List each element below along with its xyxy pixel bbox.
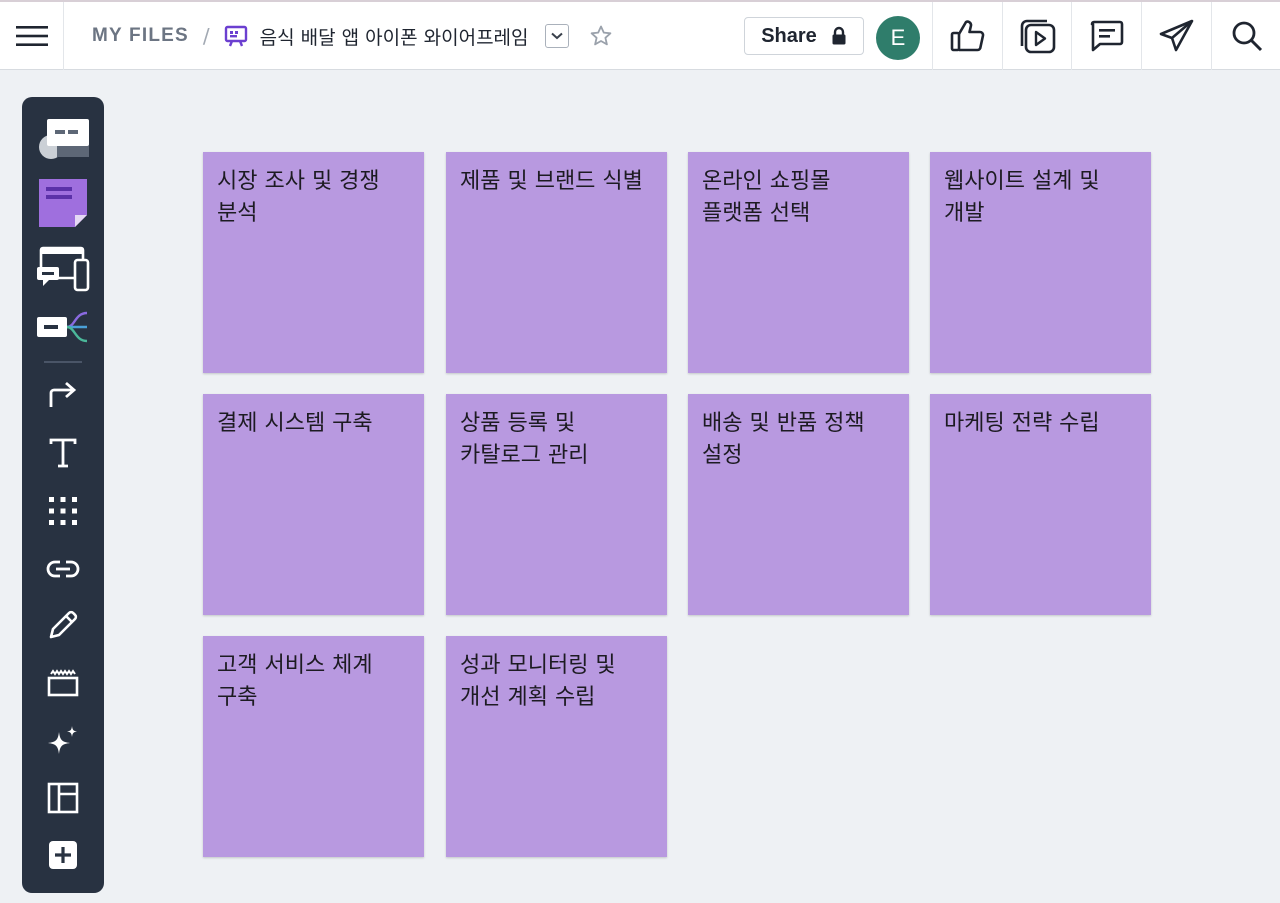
- wireframe-devices-icon: [35, 244, 91, 294]
- favorite-button[interactable]: [589, 24, 613, 48]
- link-tool[interactable]: [33, 543, 93, 595]
- sticky-note-text: 결제 시스템 구축: [217, 408, 410, 440]
- sticky-note[interactable]: 결제 시스템 구축: [203, 394, 424, 615]
- share-button[interactable]: Share: [744, 17, 864, 55]
- grid-icon: [48, 496, 78, 526]
- sticky-note[interactable]: 고객 서비스 체계 구축: [203, 636, 424, 857]
- ai-sparkle-icon: [46, 724, 80, 758]
- board-title[interactable]: 음식 배달 앱 아이폰 와이어프레임: [260, 23, 529, 50]
- sticky-note[interactable]: 제품 및 브랜드 식별: [446, 152, 667, 373]
- sticky-note[interactable]: 시장 조사 및 경쟁 분석: [203, 152, 424, 373]
- avatar[interactable]: E: [876, 16, 920, 60]
- sticky-note-text: 온라인 쇼핑몰 플랫폼 선택: [702, 166, 895, 230]
- connector-tool[interactable]: [33, 369, 93, 421]
- presentation-play-icon: [1019, 18, 1057, 54]
- frame-tool[interactable]: [33, 657, 93, 709]
- sticky-note[interactable]: 배송 및 반품 정책 설정: [688, 394, 909, 615]
- comments-button[interactable]: [1071, 2, 1141, 70]
- chevron-down-icon: [551, 32, 563, 40]
- sticky-note-text: 고객 서비스 체계 구축: [217, 650, 410, 714]
- search-button[interactable]: [1211, 2, 1280, 70]
- toolbar-divider: [44, 361, 82, 363]
- templates-tool[interactable]: [33, 111, 93, 163]
- left-toolbar: [22, 97, 104, 893]
- search-icon: [1231, 20, 1263, 52]
- add-icon: [48, 840, 78, 870]
- wireframe-tool[interactable]: [33, 243, 93, 295]
- sticky-note-text: 상품 등록 및 카탈로그 관리: [460, 408, 653, 472]
- menu-button[interactable]: [0, 2, 64, 70]
- breadcrumb: MY FILES / 음식 배달 앱 아이폰 와이어프레임: [92, 2, 613, 70]
- mind-map-tool[interactable]: [33, 301, 93, 353]
- sticky-note-text: 제품 및 브랜드 식별: [460, 166, 653, 198]
- frame-icon: [47, 669, 79, 697]
- mind-map-icon: [35, 307, 91, 347]
- comment-icon: [1089, 19, 1125, 53]
- sticky-note[interactable]: 온라인 쇼핑몰 플랫폼 선택: [688, 152, 909, 373]
- board-menu-dropdown[interactable]: [545, 24, 569, 48]
- board-icon: [224, 24, 248, 48]
- sticky-note-text: 마케팅 전략 수립: [944, 408, 1137, 440]
- sticky-note-text: 시장 조사 및 경쟁 분석: [217, 166, 410, 230]
- layout-tool[interactable]: [33, 772, 93, 824]
- sticky-note-text: 성과 모니터링 및 개선 계획 수립: [460, 650, 653, 714]
- sticky-note[interactable]: 웹사이트 설계 및 개발: [930, 152, 1151, 373]
- send-button[interactable]: [1141, 2, 1211, 70]
- lock-icon: [831, 26, 847, 46]
- link-icon: [46, 558, 80, 580]
- sticky-note-icon: [37, 177, 89, 229]
- sticky-note[interactable]: 성과 모니터링 및 개선 계획 수립: [446, 636, 667, 857]
- present-button[interactable]: [1002, 2, 1072, 70]
- text-icon: [49, 438, 77, 468]
- breadcrumb-separator: /: [203, 24, 210, 48]
- layout-icon: [47, 782, 79, 814]
- star-icon: [589, 24, 613, 48]
- share-label: Share: [761, 25, 817, 48]
- sticky-note-tool[interactable]: [33, 177, 93, 229]
- sticky-note-text: 배송 및 반품 정책 설정: [702, 408, 895, 472]
- thumbs-up-icon: [950, 19, 986, 53]
- breadcrumb-my-files[interactable]: MY FILES: [92, 25, 189, 47]
- text-tool[interactable]: [33, 427, 93, 479]
- sticky-note-text: 웹사이트 설계 및 개발: [944, 166, 1137, 230]
- add-tool[interactable]: [33, 829, 93, 881]
- top-bar: MY FILES / 음식 배달 앱 아이폰 와이어프레임 Share: [0, 0, 1280, 70]
- hamburger-icon: [16, 24, 48, 48]
- sticky-note[interactable]: 상품 등록 및 카탈로그 관리: [446, 394, 667, 615]
- reactions-button[interactable]: [932, 2, 1002, 70]
- pen-icon: [47, 609, 79, 641]
- connector-arrow-icon: [48, 381, 78, 409]
- pen-tool[interactable]: [33, 599, 93, 651]
- templates-icon: [35, 114, 91, 160]
- paper-plane-icon: [1159, 19, 1195, 53]
- grid-tool[interactable]: [33, 485, 93, 537]
- ai-tool[interactable]: [33, 715, 93, 767]
- sticky-note[interactable]: 마케팅 전략 수립: [930, 394, 1151, 615]
